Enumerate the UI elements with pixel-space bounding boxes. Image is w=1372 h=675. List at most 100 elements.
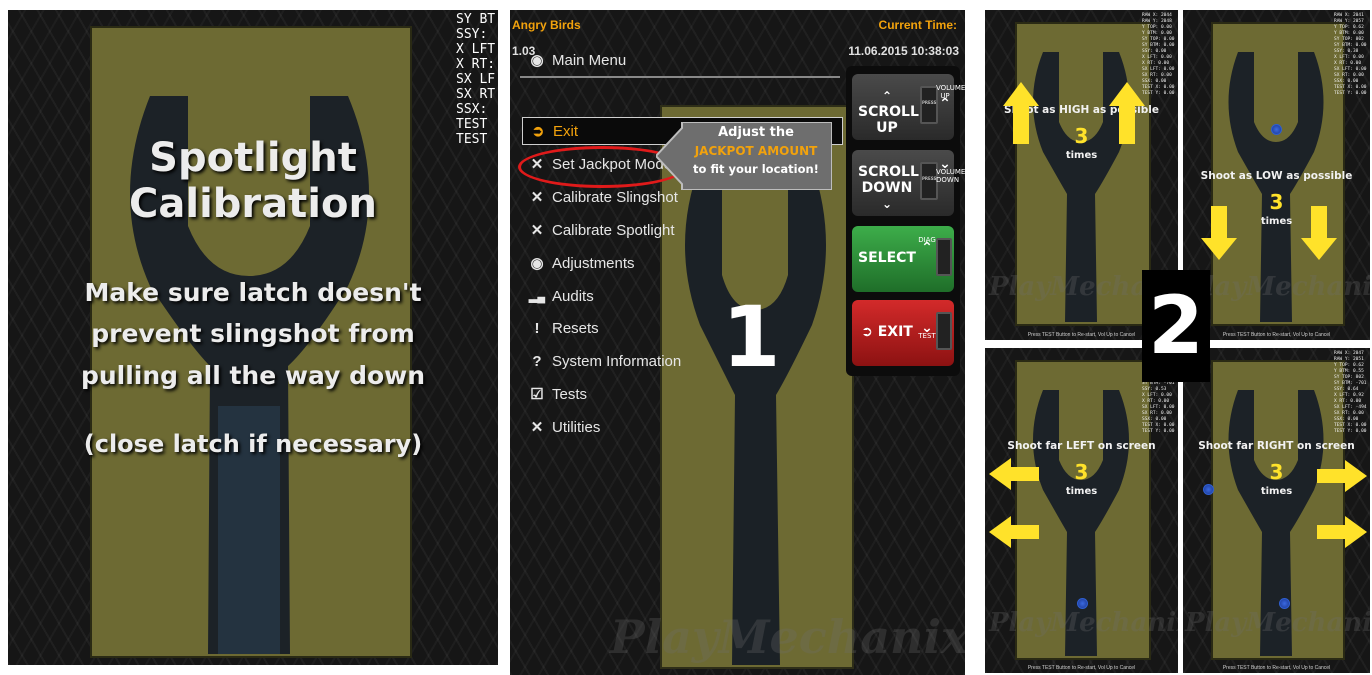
calibration-screen-low: PlayMechanix RAW X: 2041 RAW Y: 2057 Y T… bbox=[1183, 10, 1370, 340]
footer-text: Press TEST Button to Re-start, Vol Up to… bbox=[1027, 665, 1136, 671]
select-button[interactable]: SELECT DIAG ⌃ bbox=[852, 226, 954, 292]
datetime-label: 11.06.2015 10:38:03 bbox=[848, 44, 959, 58]
calibration-hit-dot bbox=[1271, 124, 1282, 135]
checkbox-icon: ☑ bbox=[530, 386, 544, 403]
title-line-1: Spotlight bbox=[149, 135, 357, 181]
volume-down-label: VOLUME DOWN bbox=[936, 168, 965, 184]
select-label: SELECT bbox=[858, 250, 916, 266]
menu-divider bbox=[520, 76, 840, 78]
current-time-label: Current Time: bbox=[878, 18, 957, 32]
callout-line-3: to fit your location! bbox=[693, 162, 819, 176]
instruction-text: Shoot far LEFT on screen bbox=[1007, 440, 1156, 452]
exit-mini-label: ⌄ TEST bbox=[918, 320, 936, 340]
menu-item-tests[interactable]: ☑ Tests bbox=[528, 382, 587, 406]
tools-icon: ✕ bbox=[530, 419, 544, 436]
operator-menu-screen: PlayMechanix Angry Birds 1.03 Current Ti… bbox=[510, 10, 965, 675]
times-label: times bbox=[1260, 486, 1293, 497]
menu-item-label: Calibrate Slingshot bbox=[552, 188, 678, 206]
playmechanix-watermark: PlayMechanix bbox=[989, 608, 1178, 638]
exit-label: EXIT bbox=[877, 324, 913, 340]
playmechanix-watermark: PlayMechanix bbox=[1185, 272, 1370, 302]
debug-readout: RAW X: 2047 RAW Y: 2051 Y TOP: 0.62 Y BT… bbox=[1334, 351, 1367, 434]
scroll-up-label-line-2: UP bbox=[876, 120, 898, 136]
game-title: Angry Birds bbox=[512, 18, 581, 32]
callout-line-1: Adjust the bbox=[718, 125, 794, 140]
arrow-right-icon bbox=[1317, 516, 1367, 548]
double-chevron-up-icon: ⌃ bbox=[939, 96, 951, 112]
menu-item-utilities[interactable]: ✕ Utilities bbox=[528, 415, 601, 439]
calibration-screen-right: PlayMechanix RAW X: 2047 RAW Y: 2051 Y T… bbox=[1183, 348, 1370, 673]
menu-item-label: Exit bbox=[553, 122, 579, 140]
count-value: 3 bbox=[1074, 460, 1089, 484]
menu-header: ◉ Main Menu bbox=[528, 48, 626, 72]
playmechanix-watermark: PlayMechanix bbox=[1185, 608, 1370, 638]
arrow-left-icon bbox=[989, 516, 1039, 548]
count-value: 3 bbox=[1074, 124, 1089, 148]
count-value: 3 bbox=[1269, 460, 1284, 484]
exit-icon: ➲ bbox=[531, 123, 545, 140]
menu-header-label: Main Menu bbox=[552, 51, 627, 69]
body-line-3: pulling all the way down bbox=[80, 361, 426, 390]
debug-readout: RAW X: 2041 RAW Y: 2057 Y TOP: 0.62 Y BT… bbox=[1334, 13, 1367, 96]
scroll-down-label: SCROLL DOWN ⌄ bbox=[858, 164, 919, 212]
tools-icon: ✕ bbox=[530, 222, 544, 239]
calibration-screen-left: PlayMechanix RAW X: 2047 RAW Y: 2051 Y T… bbox=[985, 348, 1178, 673]
scroll-up-label-line-1: SCROLL bbox=[858, 104, 919, 120]
body-line-1: Make sure latch doesn't bbox=[84, 278, 422, 307]
chevron-down-icon: ⌄ bbox=[881, 197, 893, 211]
body-line-2: prevent slingshot from bbox=[91, 319, 415, 348]
callout-line-2: JACKPOT AMOUNT bbox=[694, 144, 818, 158]
scroll-down-mini-label: ⌄ VOLUME DOWN bbox=[936, 157, 965, 184]
piggy-icon: ◉ bbox=[530, 255, 544, 272]
footer-text: Press TEST Button to Re-start, Vol Up to… bbox=[1222, 665, 1331, 671]
double-chevron-down-icon: ⌄ bbox=[921, 320, 933, 336]
exclamation-icon: ! bbox=[534, 319, 540, 337]
exit-button[interactable]: ➲ EXIT ⌄ TEST bbox=[852, 300, 954, 366]
chevron-up-icon: ⌃ bbox=[881, 89, 893, 103]
tools-icon: ✕ bbox=[530, 189, 544, 206]
playmechanix-watermark: PlayMechanix bbox=[610, 610, 965, 664]
scroll-up-label: ⌃ SCROLL UP bbox=[858, 88, 919, 136]
instruction-text: Shoot far RIGHT on screen bbox=[1198, 440, 1355, 452]
scroll-down-button[interactable]: SCROLL DOWN ⌄ PRESS ⌄ VOLUME DOWN bbox=[852, 150, 965, 216]
menu-item-resets[interactable]: ! Resets bbox=[528, 316, 599, 340]
press-switch-icon bbox=[936, 312, 952, 350]
scroll-down-label-line-2: DOWN bbox=[861, 180, 913, 196]
step-number-1: 1 bbox=[722, 288, 781, 386]
menu-item-calibrate-spotlight[interactable]: ✕ Calibrate Spotlight bbox=[528, 218, 675, 242]
body-line-4: (close latch if necessary) bbox=[83, 430, 423, 458]
piggy-icon: ◉ bbox=[530, 52, 544, 69]
jackpot-callout: Adjust the JACKPOT AMOUNT to fit your lo… bbox=[684, 124, 828, 178]
step-number-2: 2 bbox=[1142, 270, 1210, 382]
debug-readout: RAW X: 2044 RAW Y: 2048 Y TOP: 0.00 Y BT… bbox=[1142, 13, 1175, 96]
menu-item-label: Calibrate Spotlight bbox=[552, 221, 675, 239]
times-label: times bbox=[1065, 150, 1098, 161]
arrow-down-icon bbox=[1301, 206, 1337, 260]
menu-item-system-information[interactable]: ? System Information bbox=[528, 349, 681, 373]
arrow-down-icon bbox=[1201, 206, 1237, 260]
press-label: PRESS bbox=[922, 176, 937, 181]
menu-item-adjustments[interactable]: ◉ Adjustments bbox=[528, 251, 635, 275]
footer-text: Press TEST Button to Re-start, Vol Up to… bbox=[1222, 332, 1331, 338]
bars-icon: ▂▄ bbox=[528, 290, 546, 303]
menu-item-label: Adjustments bbox=[552, 254, 635, 272]
menu-item-label: System Information bbox=[552, 352, 682, 370]
title-line-2: Calibration bbox=[129, 181, 377, 227]
scroll-up-mini-label: VOLUME UP ⌃ bbox=[936, 84, 965, 112]
scroll-up-button[interactable]: ⌃ SCROLL UP PRESS VOLUME UP ⌃ bbox=[852, 74, 965, 140]
select-mini-label: DIAG ⌃ bbox=[918, 236, 936, 256]
double-chevron-up-icon: ⌃ bbox=[921, 240, 933, 256]
press-label: PRESS bbox=[922, 100, 937, 105]
spotlight-calibration-screen: Spotlight Calibration Make sure latch do… bbox=[8, 10, 498, 665]
instruction-text: Shoot as LOW as possible bbox=[1200, 170, 1353, 182]
question-icon: ? bbox=[532, 352, 542, 370]
test-label: TEST bbox=[918, 332, 936, 340]
press-switch-icon bbox=[936, 238, 952, 276]
menu-item-audits[interactable]: ▂▄ Audits bbox=[528, 284, 594, 308]
exit-button-label: ➲ EXIT bbox=[858, 324, 916, 340]
menu-item-label: Tests bbox=[552, 385, 588, 403]
menu-item-label: Resets bbox=[552, 319, 599, 337]
scroll-down-label-line-1: SCROLL bbox=[858, 164, 919, 180]
menu-item-label: Utilities bbox=[552, 418, 601, 436]
debug-readout: SY BT SSY: X LFT X RT: SX LF SX RT SSX: … bbox=[456, 12, 496, 147]
